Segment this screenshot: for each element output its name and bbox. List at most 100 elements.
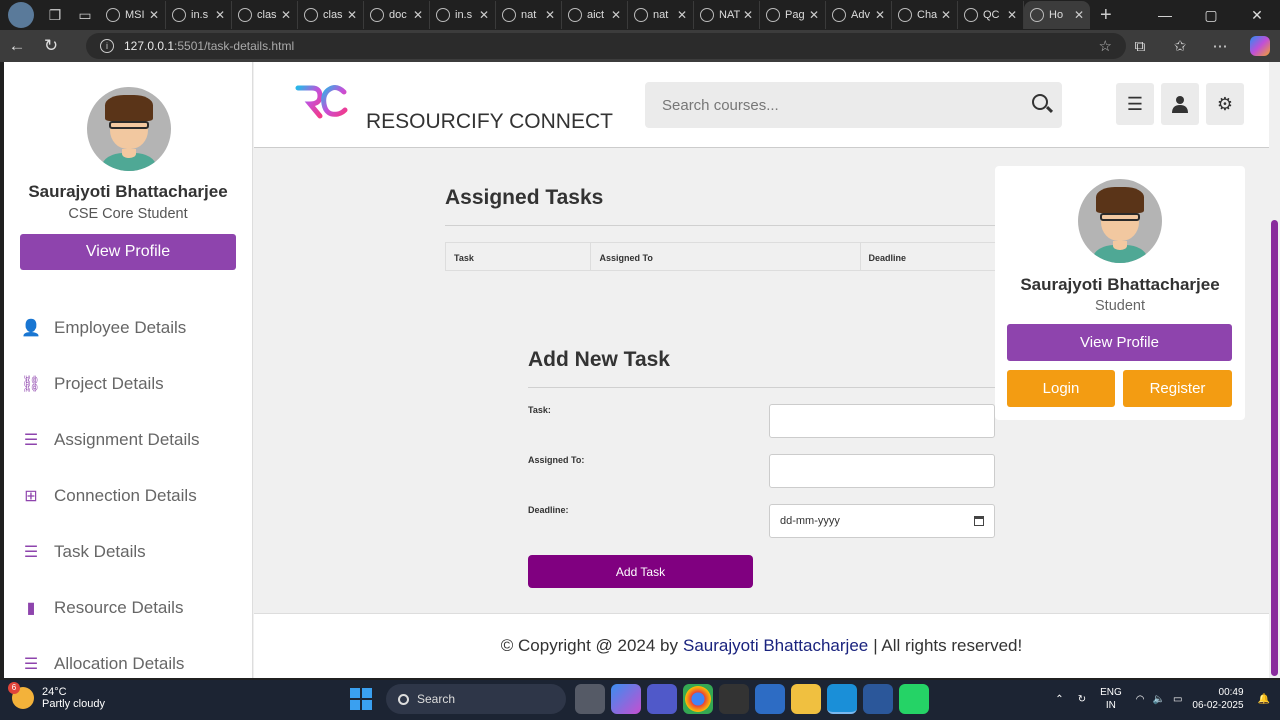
task-input[interactable] — [769, 404, 995, 438]
browser-tab[interactable]: Pag ✕ — [760, 1, 826, 29]
word-icon[interactable] — [863, 684, 893, 714]
browser-tab[interactable]: nat ✕ — [496, 1, 562, 29]
close-tab-icon[interactable]: ✕ — [611, 8, 621, 22]
browser-tab[interactable]: in.s ✕ — [166, 1, 232, 29]
taskbar-search[interactable]: Search — [386, 684, 566, 714]
edge-icon[interactable] — [827, 684, 857, 714]
whatsapp-icon[interactable] — [899, 684, 929, 714]
close-tab-icon[interactable]: ✕ — [875, 8, 885, 22]
page-scrollbar[interactable] — [1269, 62, 1280, 678]
add-task-button[interactable]: Add Task — [528, 555, 753, 588]
browser-tab[interactable]: doc ✕ — [364, 1, 430, 29]
weather-widget[interactable]: 6 24°C Partly cloudy — [8, 682, 105, 710]
close-window-icon[interactable]: ✕ — [1234, 0, 1280, 30]
close-tab-icon[interactable]: ✕ — [677, 8, 687, 22]
browser-tab[interactable]: QC ✕ — [958, 1, 1024, 29]
task-view-icon[interactable] — [575, 684, 605, 714]
dell-icon[interactable] — [719, 684, 749, 714]
browser-tab[interactable]: in.s ✕ — [430, 1, 496, 29]
tab-actions-icon[interactable]: ▭ — [70, 0, 100, 30]
close-tab-icon[interactable]: ✕ — [215, 8, 225, 22]
favorites-icon[interactable]: ✩ — [1160, 37, 1200, 55]
address-bar[interactable]: i 127.0.0.1:5501/task-details.html ☆ — [86, 33, 1126, 59]
browser-tab[interactable]: MSI ✕ — [100, 1, 166, 29]
browser-profile-avatar[interactable] — [8, 2, 34, 28]
footer-author-link[interactable]: Saurajyoti Bhattacharjee — [683, 636, 868, 656]
deadline-date-input[interactable]: dd-mm-yyyy — [769, 504, 995, 538]
battery-icon[interactable]: ▭ — [1173, 694, 1182, 705]
tab-favicon-icon — [304, 8, 318, 22]
store-icon[interactable] — [755, 684, 785, 714]
teams-icon[interactable] — [647, 684, 677, 714]
minimize-icon[interactable]: — — [1142, 0, 1188, 30]
close-tab-icon[interactable]: ✕ — [809, 8, 819, 22]
rc-logo[interactable] — [294, 84, 348, 120]
close-tab-icon[interactable]: ✕ — [743, 8, 753, 22]
wifi-icon[interactable]: ◠ — [1136, 694, 1145, 705]
sidebar-item-project-details[interactable]: ⛓ Project Details — [20, 356, 200, 412]
tab-favicon-icon — [766, 8, 780, 22]
site-info-icon[interactable]: i — [100, 39, 114, 53]
close-tab-icon[interactable]: ✕ — [413, 8, 423, 22]
search-icon[interactable] — [1032, 94, 1048, 110]
close-tab-icon[interactable]: ✕ — [941, 8, 951, 22]
show-hidden-icons-chevron[interactable]: ⌃ — [1055, 694, 1063, 705]
close-tab-icon[interactable]: ✕ — [545, 8, 555, 22]
workspaces-icon[interactable]: ❐ — [40, 0, 70, 30]
close-tab-icon[interactable]: ✕ — [1007, 8, 1017, 22]
windows-start-icon[interactable] — [350, 688, 372, 710]
browser-tab[interactable]: Cha ✕ — [892, 1, 958, 29]
file-explorer-icon[interactable] — [791, 684, 821, 714]
copilot-icon[interactable] — [1250, 36, 1270, 56]
chrome-icon[interactable] — [683, 684, 713, 714]
language-code: ENG — [1100, 687, 1122, 698]
settings-gear-icon[interactable]: ⚙ — [1206, 83, 1244, 125]
close-tab-icon[interactable]: ✕ — [149, 8, 159, 22]
sync-icon[interactable]: ↻ — [1078, 694, 1086, 705]
user-icon[interactable] — [1161, 83, 1199, 125]
sidebar-item-label: Task Details — [54, 542, 146, 561]
view-profile-button[interactable]: View Profile — [20, 234, 236, 270]
browser-tab[interactable]: clas ✕ — [298, 1, 364, 29]
volume-icon[interactable]: 🔈 — [1152, 694, 1164, 705]
browser-tab[interactable]: NAT ✕ — [694, 1, 760, 29]
notification-bell-icon[interactable]: 🔔 — [1258, 694, 1270, 705]
sidebar-item-allocation-details[interactable]: ☰ Allocation Details — [20, 636, 200, 678]
copilot-app-icon[interactable] — [611, 684, 641, 714]
sidebar-item-connection-details[interactable]: ⊞ Connection Details — [20, 468, 200, 524]
login-button[interactable]: Login — [1007, 370, 1115, 407]
sidebar-item-assignment-details[interactable]: ☰ Assignment Details — [20, 412, 200, 468]
browser-toolbar: ← ↻ i 127.0.0.1:5501/task-details.html ☆… — [0, 30, 1280, 62]
sidebar-item-task-details[interactable]: ☰ Task Details — [20, 524, 200, 580]
browser-tab[interactable]: clas ✕ — [232, 1, 298, 29]
browser-tab[interactable]: aict ✕ — [562, 1, 628, 29]
os-taskbar: 6 24°C Partly cloudy Search ⌃ ↻ ENG IN ◠… — [0, 680, 1280, 720]
browser-tab[interactable]: Ho ✕ — [1024, 1, 1090, 29]
clock-time: 00:49 — [1218, 687, 1244, 698]
more-menu-icon[interactable]: ⋯ — [1200, 37, 1240, 55]
close-tab-icon[interactable]: ✕ — [1074, 8, 1084, 22]
close-tab-icon[interactable]: ✕ — [347, 8, 357, 22]
clock[interactable]: 00:49 06-02-2025 — [1192, 686, 1243, 712]
favorite-star-icon[interactable]: ☆ — [1099, 37, 1112, 55]
sidebar-item-label: Allocation Details — [54, 654, 185, 673]
browser-tab[interactable]: Adv ✕ — [826, 1, 892, 29]
hamburger-menu-icon[interactable]: ☰ — [1116, 83, 1154, 125]
sidebar-item-employee-details[interactable]: 👤 Employee Details — [20, 300, 200, 356]
close-tab-icon[interactable]: ✕ — [479, 8, 489, 22]
extensions-icon[interactable]: ⧉ — [1120, 38, 1160, 55]
popup-view-profile-button[interactable]: View Profile — [1007, 324, 1232, 361]
language-indicator[interactable]: ENG IN — [1100, 686, 1122, 712]
assigned-to-input[interactable] — [769, 454, 995, 488]
register-button[interactable]: Register — [1123, 370, 1232, 407]
refresh-icon[interactable]: ↻ — [34, 36, 68, 56]
back-icon[interactable]: ← — [0, 36, 34, 56]
sidebar-item-resource-details[interactable]: ▮ Resource Details — [20, 580, 200, 636]
search-input[interactable]: Search courses... — [645, 82, 1062, 128]
new-tab-button[interactable]: + — [1100, 4, 1112, 27]
calendar-icon[interactable] — [974, 516, 984, 526]
scrollbar-thumb[interactable] — [1271, 220, 1278, 676]
maximize-icon[interactable]: ▢ — [1188, 0, 1234, 30]
close-tab-icon[interactable]: ✕ — [281, 8, 291, 22]
browser-tab[interactable]: nat ✕ — [628, 1, 694, 29]
